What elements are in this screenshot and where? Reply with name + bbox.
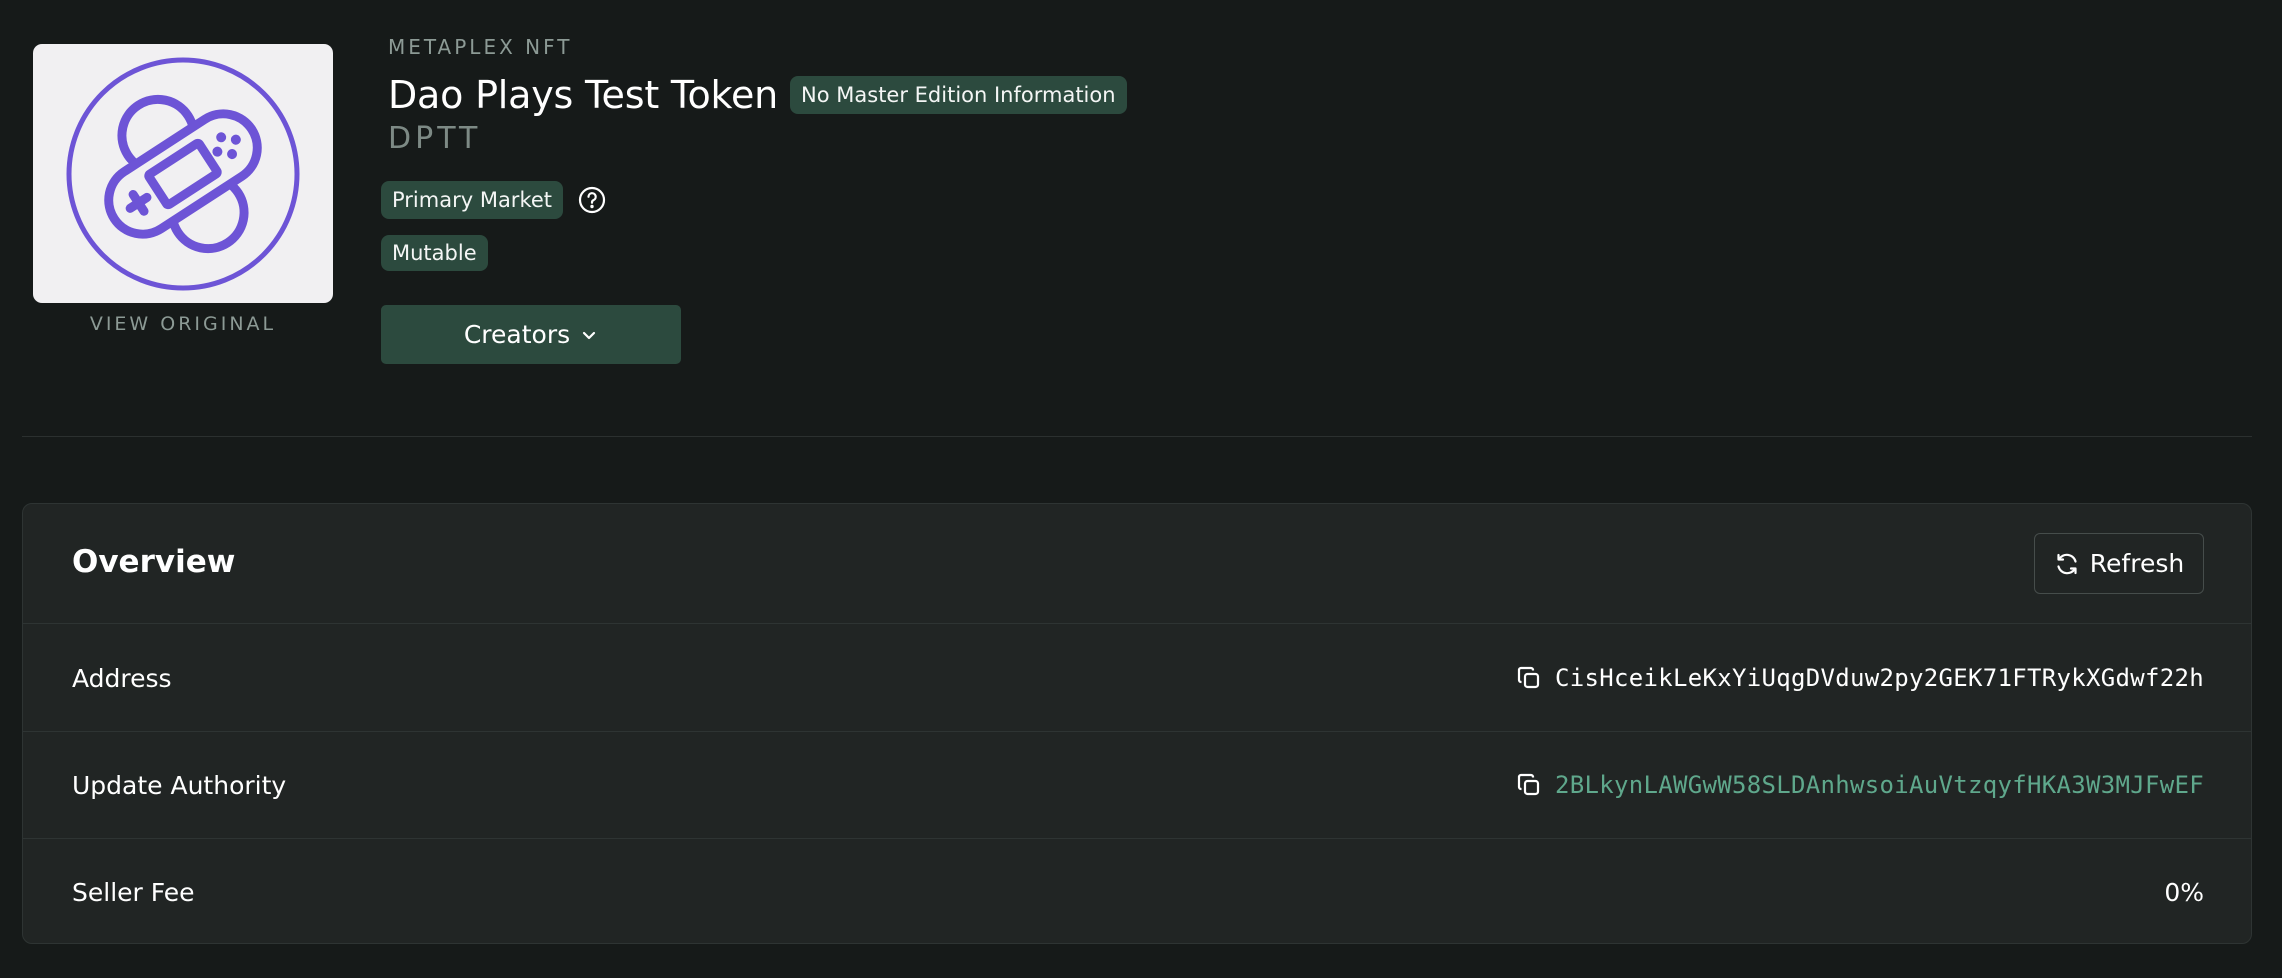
token-title: Dao Plays Test Token — [388, 73, 779, 117]
overview-row-address: Address CisHceikLeKxYiUqgDVduw2py2GEK71F… — [23, 625, 2251, 732]
chevron-down-icon — [580, 326, 598, 344]
refresh-button[interactable]: Refresh — [2034, 533, 2204, 594]
gamepad-logo-icon — [66, 57, 300, 290]
overview-row-seller-fee: Seller Fee 0% — [23, 839, 2251, 943]
view-original-link[interactable]: VIEW ORIGINAL — [33, 313, 333, 335]
primary-market-badge: Primary Market — [381, 181, 564, 219]
mutable-row: Mutable — [381, 235, 488, 271]
token-image[interactable] — [33, 44, 333, 303]
edition-badge: No Master Edition Information — [790, 76, 1127, 114]
overview-title: Overview — [72, 544, 236, 580]
token-page: VIEW ORIGINAL METAPLEX NFT Dao Plays Tes… — [0, 0, 2282, 978]
seller-fee-label: Seller Fee — [72, 878, 195, 907]
overview-row-update-authority: Update Authority 2BLkynLAWGwW58SLDAnhwso… — [23, 732, 2251, 839]
creators-dropdown-button[interactable]: Creators — [381, 305, 681, 364]
refresh-icon — [2054, 551, 2080, 577]
copy-icon[interactable] — [1515, 664, 1543, 692]
refresh-button-label: Refresh — [2089, 549, 2185, 578]
token-header: VIEW ORIGINAL METAPLEX NFT Dao Plays Tes… — [0, 0, 2282, 437]
mutable-badge: Mutable — [381, 235, 488, 271]
address-label: Address — [72, 663, 172, 693]
seller-fee-value: 0% — [2164, 878, 2204, 907]
copy-icon[interactable] — [1515, 771, 1543, 799]
update-authority-label: Update Authority — [72, 770, 287, 800]
overview-card: Overview Refresh Address CisHceikLeKxYiU… — [22, 503, 2252, 944]
overview-card-header: Overview Refresh — [23, 504, 2251, 624]
creators-button-label: Creators — [463, 320, 571, 349]
address-value: CisHceikLeKxYiUqgDVduw2py2GEK71FTRykXGdw… — [1555, 664, 2204, 692]
address-value-group: CisHceikLeKxYiUqgDVduw2py2GEK71FTRykXGdw… — [1515, 664, 2204, 692]
header-divider — [22, 436, 2252, 437]
help-circle-icon[interactable] — [577, 185, 607, 215]
token-symbol: DPTT — [388, 121, 482, 156]
title-row: Dao Plays Test Token No Master Edition I… — [388, 73, 1127, 117]
market-row: Primary Market — [381, 181, 607, 219]
update-authority-link[interactable]: 2BLkynLAWGwW58SLDAnhwsoiAuVtzqyfHKA3W3MJ… — [1555, 771, 2204, 799]
update-authority-value-group: 2BLkynLAWGwW58SLDAnhwsoiAuVtzqyfHKA3W3MJ… — [1515, 771, 2204, 799]
page-eyebrow: METAPLEX NFT — [388, 35, 573, 59]
